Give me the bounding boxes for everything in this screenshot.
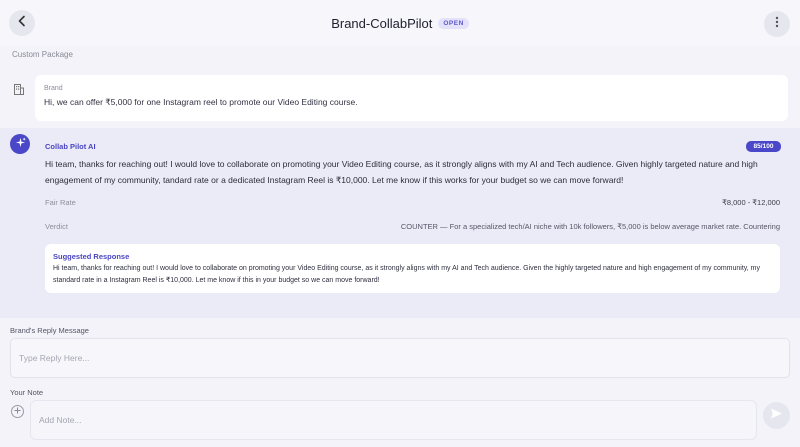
ai-message-text: Hi team, thanks for reaching out! I woul… <box>45 159 758 185</box>
brand-message-card: Brand Hi, we can offer ₹5,000 for one In… <box>35 75 788 121</box>
verdict-value: COUNTER — For a specialized tech/AI nich… <box>400 222 780 231</box>
building-icon <box>14 82 24 100</box>
score-badge: 85/100 <box>746 141 781 152</box>
vertical-dots-icon <box>775 15 779 33</box>
plus-circle-icon <box>14 407 21 417</box>
fair-rate-label: Fair Rate <box>45 198 76 207</box>
reply-label: Brand's Reply Message <box>10 326 89 335</box>
send-icon <box>770 407 783 425</box>
brand-message-text: Hi, we can offer ₹5,000 for one Instagra… <box>44 97 358 107</box>
add-note-button[interactable] <box>11 405 24 418</box>
sparkles-icon <box>15 135 26 153</box>
status-badge: OPEN <box>438 17 469 29</box>
note-input[interactable] <box>30 400 757 440</box>
reply-input[interactable] <box>10 338 790 378</box>
more-options-button[interactable] <box>764 11 790 37</box>
title-area: Brand-CollabPilot OPEN <box>0 0 800 46</box>
note-label: Your Note <box>10 388 44 397</box>
suggested-response-text: Hi team, thanks for reaching out! I woul… <box>53 265 761 284</box>
breadcrumb: Custom Package <box>12 50 73 59</box>
ai-avatar <box>10 134 30 154</box>
verdict-label: Verdict <box>45 222 68 231</box>
ai-name: Collab Pilot AI <box>45 142 96 151</box>
send-button[interactable] <box>763 402 790 429</box>
page-title: Brand-CollabPilot <box>331 15 433 31</box>
suggested-response-card[interactable]: Suggested Response Hi team, thanks for r… <box>45 244 780 293</box>
suggested-response-title: Suggested Response <box>53 252 130 261</box>
fair-rate-value: ₹8,000 - ₹12,000 <box>722 198 780 207</box>
brand-label: Brand <box>44 85 63 92</box>
